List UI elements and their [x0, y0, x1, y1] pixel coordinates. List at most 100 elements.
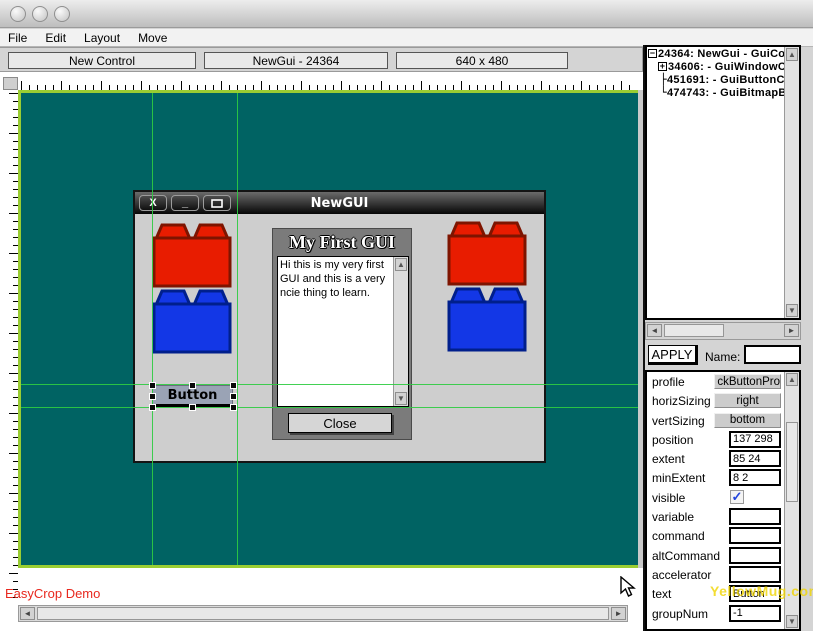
property-row-text: text	[647, 584, 799, 603]
groupnum-input[interactable]	[729, 604, 781, 622]
tree-item-guibitmapbutton[interactable]: └ 474743: - GuiBitmapBut	[647, 86, 799, 99]
newgui-minimize-icon[interactable]: _	[171, 195, 199, 211]
menu-file[interactable]: File	[8, 31, 37, 45]
name-label: Name:	[705, 350, 741, 364]
tree-hscroll-thumb[interactable]	[664, 324, 724, 337]
expand-icon[interactable]: +	[658, 62, 667, 71]
property-row-minextent: minExtent	[647, 468, 799, 487]
gui-hierarchy-tree: − 24364: NewGui - GuiContro + 34606: - G…	[645, 45, 801, 320]
canvas-horizontal-scrollbar[interactable]: ◄ ►	[18, 605, 628, 622]
prop-label: visible	[652, 490, 686, 505]
message-panel: My First GUI Hi this is my very first GU…	[272, 228, 412, 440]
prop-label: minExtent	[652, 471, 706, 486]
window-button-3-icon[interactable]	[54, 5, 70, 22]
scroll-left-icon[interactable]: ◄	[647, 324, 662, 337]
red-lego-bitmap-button-left[interactable]	[152, 222, 232, 288]
profile-dropdown[interactable]: ckButtonPro	[714, 374, 781, 389]
tree-vertical-scrollbar[interactable]: ▲ ▼	[784, 47, 799, 318]
accelerator-input[interactable]	[729, 565, 781, 583]
selection-handle-sw[interactable]	[149, 404, 156, 411]
selection-handle-se[interactable]	[230, 404, 237, 411]
property-row-groupnum: groupNum	[647, 604, 799, 623]
variable-input[interactable]	[729, 508, 781, 526]
apply-button[interactable]: APPLY	[648, 345, 698, 365]
selection-handle-ne[interactable]	[230, 382, 237, 389]
red-lego-bitmap-button-right[interactable]	[447, 220, 527, 286]
prop-label: horizSizing	[652, 394, 711, 409]
props-scroll-thumb[interactable]	[786, 422, 798, 502]
property-row-accelerator: accelerator	[647, 565, 799, 584]
scroll-up-icon[interactable]: ▲	[395, 258, 407, 271]
resolution-button[interactable]: 640 x 480	[396, 52, 568, 69]
blue-lego-bitmap-button-left[interactable]	[152, 288, 232, 354]
visible-checkbox[interactable]: ✓	[730, 489, 744, 504]
property-row-altcommand: altCommand	[647, 546, 799, 565]
current-gui-button[interactable]: NewGui - 24364	[204, 52, 388, 69]
guide-line-vertical-left	[152, 93, 153, 565]
scroll-down-icon[interactable]: ▼	[786, 304, 798, 317]
corner-branch-icon: └	[660, 86, 667, 99]
selection-handle-w[interactable]	[149, 393, 156, 400]
selection-handle-n[interactable]	[189, 382, 196, 389]
scroll-right-icon[interactable]: ►	[611, 607, 626, 620]
scroll-down-icon[interactable]: ▼	[395, 392, 407, 405]
collapse-icon[interactable]: −	[648, 49, 657, 58]
blue-lego-bitmap-button-right[interactable]	[447, 286, 527, 352]
property-row-command: command	[647, 526, 799, 545]
command-input[interactable]	[729, 527, 781, 545]
position-input[interactable]	[729, 430, 781, 448]
scroll-left-icon[interactable]: ◄	[20, 607, 35, 620]
tree-item-guibuttonctrl[interactable]: ├ 451691: - GuiButtonCtrl	[647, 73, 799, 86]
message-text: Hi this is my very first GUI and this is…	[280, 259, 386, 299]
selection-handle-s[interactable]	[189, 404, 196, 411]
ruler-top	[18, 77, 638, 90]
tree-item-newgui[interactable]: − 24364: NewGui - GuiContro	[647, 47, 799, 60]
property-row-variable: variable	[647, 507, 799, 526]
selection-handle-nw[interactable]	[149, 382, 156, 389]
easycrop-demo-label: EasyCrop Demo	[5, 586, 101, 601]
selection-handle-e[interactable]	[230, 393, 237, 400]
tree-item-label: 474743: - GuiBitmapBut	[666, 86, 798, 99]
canvas-hscroll-thumb[interactable]	[37, 607, 609, 620]
tree-item-label: 451691: - GuiButtonCtrl	[666, 73, 797, 86]
newgui-close-icon[interactable]: X	[139, 195, 167, 211]
property-row-visible: visible ✓	[647, 488, 799, 507]
prop-label: extent	[652, 452, 685, 467]
scroll-up-icon[interactable]: ▲	[786, 373, 798, 386]
property-inspector: profile ckButtonPro horizSizing right ve…	[645, 370, 801, 631]
props-vertical-scrollbar[interactable]: ▲ ▼	[784, 372, 799, 629]
vertsizing-dropdown[interactable]: bottom	[714, 412, 781, 428]
menu-edit[interactable]: Edit	[45, 31, 76, 45]
gui-edit-canvas[interactable]: NewGUI X _ My First GUI Hi this is my ve…	[18, 90, 638, 568]
menu-move[interactable]: Move	[138, 31, 177, 45]
scroll-up-icon[interactable]: ▲	[786, 48, 798, 61]
prop-label: groupNum	[652, 606, 709, 621]
newgui-titlebar[interactable]: NewGUI X _	[135, 192, 544, 214]
scroll-down-icon[interactable]: ▼	[786, 615, 798, 628]
extent-input[interactable]	[729, 450, 781, 468]
menu-layout[interactable]: Layout	[84, 31, 130, 45]
ruler-corner	[3, 77, 18, 90]
name-input[interactable]	[744, 345, 801, 364]
prop-label: accelerator	[652, 567, 712, 582]
window-button-2-icon[interactable]	[32, 5, 48, 22]
tree-horizontal-scrollbar[interactable]: ◄ ►	[645, 322, 801, 340]
minextent-input[interactable]	[729, 469, 781, 487]
newgui-window[interactable]: NewGUI X _ My First GUI Hi this is my ve…	[133, 190, 546, 463]
property-row-position: position	[647, 430, 799, 449]
window-button-1-icon[interactable]	[10, 5, 26, 22]
scroll-right-icon[interactable]: ►	[784, 324, 799, 337]
prop-label: command	[652, 529, 705, 544]
altcommand-input[interactable]	[729, 546, 781, 564]
tree-item-label: 34606: - GuiWindowCtrl	[668, 60, 798, 73]
guide-line-horizontal-top	[21, 384, 638, 385]
toolbar: New Control NewGui - 24364 640 x 480	[0, 47, 643, 72]
tree-item-guiwindowctrl[interactable]: + 34606: - GuiWindowCtrl	[647, 60, 799, 73]
newgui-maximize-icon[interactable]	[203, 195, 231, 211]
text-input[interactable]	[729, 585, 781, 603]
prop-label: profile	[652, 375, 685, 389]
new-control-button[interactable]: New Control	[8, 52, 196, 69]
message-panel-title: My First GUI	[289, 232, 395, 252]
close-button[interactable]: Close	[288, 413, 392, 433]
horizsizing-dropdown[interactable]: right	[714, 393, 781, 409]
